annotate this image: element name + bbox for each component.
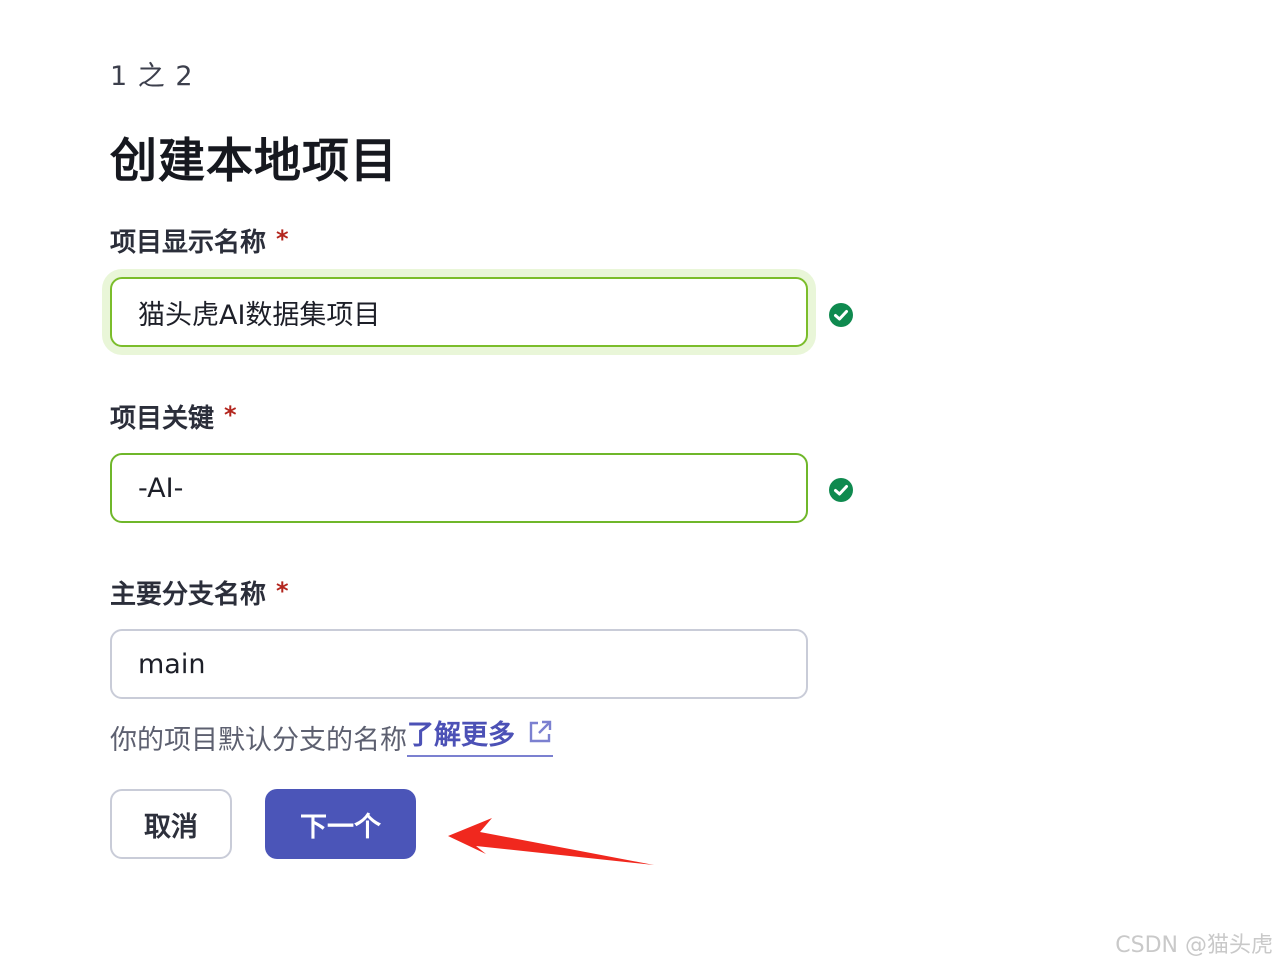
- project-key-label: 项目关键 *: [110, 398, 237, 435]
- helper-text: 你的项目默认分支的名称: [110, 725, 407, 756]
- required-star: *: [276, 577, 289, 605]
- main-branch-input[interactable]: [112, 631, 806, 697]
- project-key-label-text: 项目关键: [110, 404, 215, 434]
- watermark: CSDN @猫头虎: [1115, 933, 1273, 958]
- annotation-arrow-icon: [448, 818, 654, 865]
- project-key-field[interactable]: [110, 453, 808, 523]
- display-name-label: 项目显示名称 *: [110, 222, 289, 259]
- page-title: 创建本地项目: [110, 134, 398, 189]
- learn-more-link[interactable]: 了解更多: [407, 719, 553, 757]
- project-key-input[interactable]: [112, 455, 806, 521]
- cancel-button[interactable]: 取消: [110, 789, 232, 859]
- create-project-page: 1 之 2 创建本地项目 项目显示名称 * 项目关键 * 主要分支名称 * 你的项目默…: [0, 0, 1279, 965]
- display-name-label-text: 项目显示名称: [110, 228, 267, 258]
- main-branch-field[interactable]: [110, 629, 808, 699]
- main-branch-label: 主要分支名称 *: [110, 574, 289, 611]
- learn-more-text: 了解更多: [407, 720, 515, 751]
- required-star: *: [224, 401, 237, 429]
- required-star: *: [276, 225, 289, 253]
- step-indicator: 1 之 2: [110, 61, 194, 92]
- check-circle-icon: [829, 478, 853, 502]
- display-name-input[interactable]: [112, 279, 806, 345]
- check-circle-icon: [829, 303, 853, 327]
- main-branch-helper: 你的项目默认分支的名称 了解更多: [110, 718, 553, 757]
- external-link-icon: [527, 719, 553, 754]
- display-name-field[interactable]: [110, 277, 808, 347]
- main-branch-label-text: 主要分支名称: [110, 580, 267, 610]
- next-button[interactable]: 下一个: [265, 789, 416, 859]
